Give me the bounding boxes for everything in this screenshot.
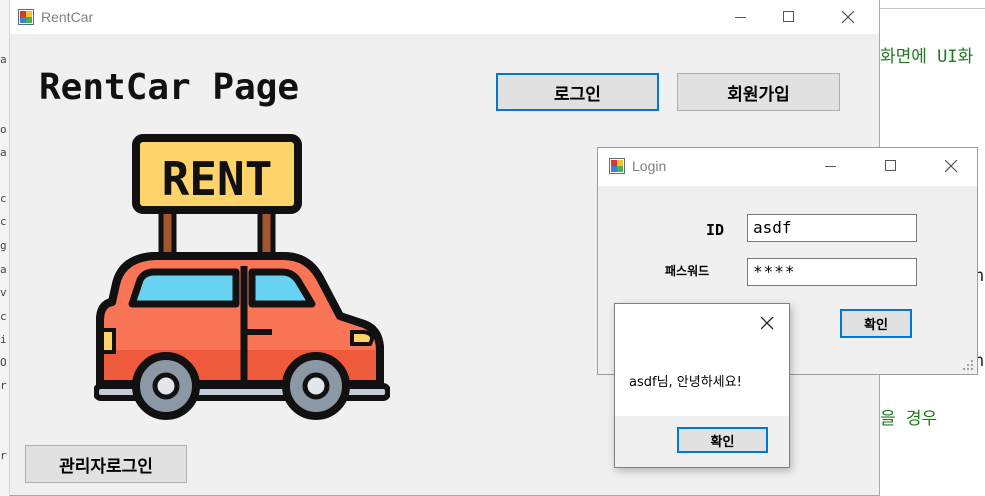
id-field[interactable]: asdf [747, 214, 917, 242]
login-titlebar: Login [598, 148, 977, 186]
login-button[interactable]: 로그인 [496, 73, 659, 111]
gutter-char: c [0, 192, 7, 205]
dialog-title: Login [632, 158, 667, 174]
password-label: 패스워드 [665, 264, 710, 278]
close-icon [842, 11, 855, 24]
id-label: ID [706, 221, 725, 239]
message-box: asdf님, 안녕하세요! 확인 [614, 303, 790, 468]
close-icon [945, 160, 958, 173]
app-icon [18, 9, 34, 25]
background-editor-gutter: a o a c c g a v c i O r r [0, 0, 10, 496]
gutter-char: O [0, 356, 7, 369]
gutter-char: i [0, 333, 7, 346]
gutter-char: a [0, 146, 7, 159]
minimize-icon [825, 166, 836, 167]
maximize-icon [885, 160, 896, 171]
maximize-icon [783, 11, 794, 22]
signup-button[interactable]: 회원가입 [677, 73, 840, 111]
gutter-char: a [0, 263, 7, 276]
close-button[interactable] [928, 148, 974, 186]
gutter-char: c [0, 215, 7, 228]
app-icon [609, 158, 625, 174]
maximize-button[interactable] [868, 148, 914, 186]
editor-divider [880, 8, 985, 9]
gutter-char: o [0, 123, 7, 136]
message-ok-button[interactable]: 확인 [677, 427, 768, 453]
close-button[interactable] [825, 0, 871, 34]
rent-car-logo: RENT [94, 134, 390, 420]
gutter-char: r [0, 379, 7, 392]
minimize-button[interactable] [808, 148, 854, 186]
code-comment-line: 화면에 UI화 [880, 47, 974, 67]
password-field[interactable]: **** [747, 258, 917, 286]
gutter-char: v [0, 286, 7, 299]
gutter-char: c [0, 310, 7, 323]
gutter-char: r [0, 449, 7, 462]
maximize-button[interactable] [766, 0, 812, 34]
code-comment-line: 을 경우 [880, 409, 938, 429]
gutter-char: a [0, 53, 7, 66]
close-icon [761, 317, 774, 330]
resize-grip-icon[interactable] [962, 359, 974, 371]
rentcar-titlebar: RentCar [10, 0, 879, 34]
gutter-char: g [0, 239, 7, 252]
message-close-button[interactable] [745, 304, 791, 342]
logo-sign-text: RENT [162, 152, 273, 206]
message-footer: 확인 [615, 416, 789, 467]
minimize-icon [735, 17, 746, 18]
admin-login-button[interactable]: 관리자로그인 [25, 445, 187, 483]
message-text: asdf님, 안녕하세요! [629, 375, 742, 390]
login-confirm-button[interactable]: 확인 [840, 309, 912, 338]
page-title: RentCar Page [39, 67, 300, 108]
minimize-button[interactable] [718, 0, 764, 34]
window-title: RentCar [41, 9, 94, 25]
